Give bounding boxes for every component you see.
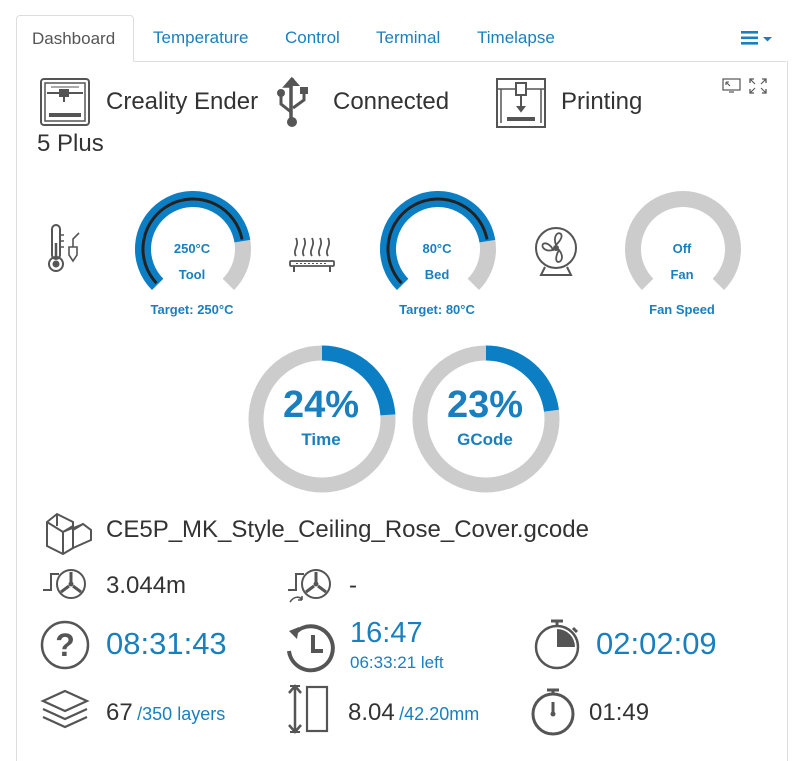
gcode-progress-label: GCode (457, 430, 513, 449)
svg-text:?: ? (55, 627, 75, 663)
elapsed-print-time: 02:02:09 (596, 626, 717, 661)
connection-status: Connected (333, 88, 450, 115)
eta-time: 16:47 (350, 617, 423, 649)
monitor-expand-icon (722, 78, 741, 93)
fan-gauge-label: Fan (670, 267, 694, 282)
tool-target-temperature: Target: 250°C (150, 302, 234, 317)
hamburger-icon (741, 31, 772, 45)
fan-speed-label: Fan Speed (649, 302, 715, 317)
tab-bar: Dashboard Temperature Control Terminal T… (16, 15, 786, 62)
printer-name-line2: 5 Plus (37, 130, 104, 157)
tab-timelapse[interactable]: Timelapse (477, 15, 555, 61)
time-progress-percent: 24% (282, 384, 360, 426)
elapsed-stopwatch-icon (529, 616, 585, 672)
dashboard-panel: Creality Ender 5 Plus Connected Printing (16, 61, 788, 761)
layer-time: 01:49 (589, 699, 650, 726)
tab-terminal[interactable]: Terminal (376, 15, 440, 61)
filament-remaining-value: - (349, 572, 357, 599)
heated-bed-icon (288, 232, 336, 276)
time-left: 06:33:21 left (350, 653, 444, 672)
filament-used-value: 3.044m (106, 572, 187, 599)
printer-name-line1: Creality Ender (106, 88, 259, 115)
tool-gauge-label: Tool (178, 267, 206, 282)
estimated-time-icon: ? (39, 619, 91, 671)
bed-gauge-label: Bed (424, 267, 450, 282)
estimated-print-time: 08:31:43 (106, 626, 227, 661)
expand-icon (749, 78, 767, 94)
fan-icon (531, 225, 581, 277)
fullscreen-monitor-button[interactable] (722, 78, 742, 94)
current-layer: 67 (106, 699, 133, 726)
layer-progress: 67 /350 layers (106, 699, 225, 727)
3d-model-file-icon (43, 504, 95, 556)
fan-speed-value: Off (672, 241, 692, 256)
total-layers: /350 layers (137, 704, 226, 724)
thermometer-icon (45, 221, 85, 277)
bed-temperature-value: 80°C (422, 241, 452, 256)
gcode-filename: CE5P_MK_Style_Ceiling_Rose_Cover.gcode (106, 516, 589, 543)
total-height: /42.20mm (399, 704, 480, 724)
printer-state: Printing (561, 88, 643, 115)
hamburger-menu-button[interactable] (738, 28, 776, 48)
tab-dashboard[interactable]: Dashboard (16, 15, 134, 62)
tab-control[interactable]: Control (285, 15, 340, 61)
bed-target-temperature: Target: 80°C (399, 302, 475, 317)
fullscreen-button[interactable] (749, 78, 767, 94)
printing-icon (495, 77, 547, 129)
printer-icon (39, 77, 93, 127)
tool-temperature-value: 250°C (173, 241, 211, 256)
time-progress-label: Time (301, 430, 341, 449)
eta-clock-icon (283, 619, 339, 675)
height-icon (287, 683, 331, 735)
gcode-progress-percent: 23% (446, 384, 524, 426)
layer-time-stopwatch-icon (529, 685, 581, 737)
layers-icon (39, 687, 91, 733)
height-progress: 8.04 /42.20mm (348, 699, 479, 727)
filament-remaining-icon (286, 566, 334, 610)
filament-used-icon (41, 566, 89, 606)
current-height: 8.04 (348, 699, 395, 726)
tab-temperature[interactable]: Temperature (153, 15, 248, 61)
usb-icon (273, 76, 315, 130)
